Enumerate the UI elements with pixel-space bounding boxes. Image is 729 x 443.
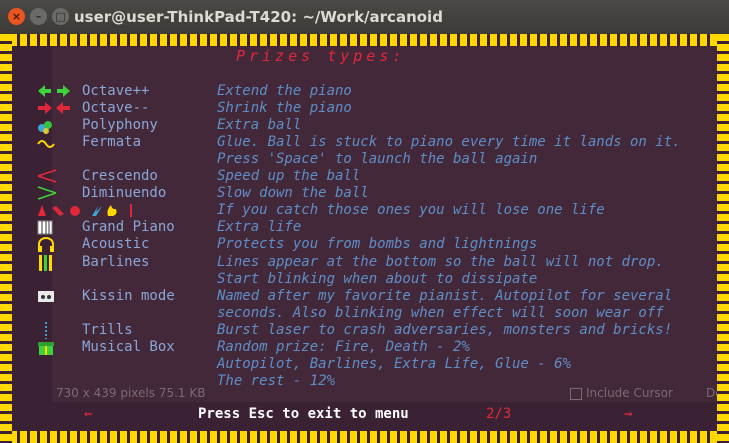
list-item: The rest - 12% (0, 373, 729, 390)
prize-description: Random prize: Fire, Death - 2% (217, 339, 470, 355)
prize-name: Grand Piano (82, 219, 175, 235)
headphones-icon (36, 236, 78, 253)
prize-name: Barlines (82, 254, 150, 270)
list-item: Start blinking when about to dissipate (0, 271, 729, 288)
prize-description: Burst laser to crash adversaries, monste… (217, 322, 673, 338)
status-bar: ⇜ Press Esc to exit to menu 2/3 ⇝ (0, 406, 729, 424)
prize-name: Trills (82, 322, 133, 338)
prize-name: Crescendo (82, 168, 158, 184)
prize-name: Acoustic (82, 236, 150, 252)
list-item: Kissin mode Named after my favorite piani… (0, 288, 729, 305)
crescendo-icon (36, 168, 78, 185)
close-button[interactable]: × (8, 8, 25, 25)
prize-name: Musical Box (82, 339, 175, 355)
list-item: Polyphony Extra ball (0, 117, 729, 134)
list-item: Octave-- Shrink the piano (0, 100, 729, 117)
prize-name: Octave++ (82, 83, 150, 99)
list-item: Press 'Space' to launch the ball again (0, 151, 729, 168)
diminuendo-icon (36, 185, 78, 202)
double-arrow-in-icon (36, 100, 78, 117)
prize-description: Slow down the ball (217, 185, 369, 201)
prize-name: Fermata (82, 134, 142, 150)
prize-description: The rest - 12% (217, 373, 336, 389)
list-item: Grand Piano Extra life (0, 219, 729, 236)
page-indicator: 2/3 (486, 406, 512, 422)
prize-description: Extra ball (217, 117, 302, 133)
list-item: Fermata Glue. Ball is stuck to piano ever… (0, 134, 729, 151)
prize-description: Glue. Ball is stuck to piano every time … (217, 134, 681, 150)
prize-name: Diminuendo (82, 185, 167, 201)
page-title: Prizes types: (236, 47, 406, 65)
minimize-button[interactable]: – (30, 8, 47, 25)
list-item: Octave++ Extend the piano (0, 83, 729, 100)
prize-description: Speed up the ball (217, 168, 361, 184)
prize-description: Start blinking when about to dissipate (217, 271, 538, 287)
notes-icon (36, 117, 78, 134)
prize-description: Named after my favorite pianist. Autopil… (217, 288, 673, 304)
prize-name: Polyphony (82, 117, 158, 133)
prize-description: Lines appear at the bottom so the ball w… (217, 254, 664, 270)
fermata-icon (36, 134, 78, 151)
tape-icon (36, 288, 78, 305)
list-item: Acoustic Protects you from bombs and ligh… (0, 236, 729, 253)
prize-name: Octave-- (82, 100, 150, 116)
prize-description: If you catch those ones you will lose on… (217, 202, 605, 218)
maximize-button[interactable]: □ (52, 8, 69, 25)
prize-description: Shrink the piano (217, 100, 352, 116)
list-item: Barlines Lines appear at the bottom so th… (0, 254, 729, 271)
prize-description: Extra life (217, 219, 302, 235)
gift-icon (36, 339, 78, 356)
double-arrow-out-icon (36, 83, 78, 100)
danger-icons (36, 202, 132, 219)
piano-icon (36, 219, 78, 236)
prize-description: seconds. Also blinking when effect will … (217, 305, 664, 321)
trill-icon (36, 322, 78, 339)
barlines-icon (36, 254, 78, 271)
list-item: seconds. Also blinking when effect will … (0, 305, 729, 322)
prize-name: Kissin mode (82, 288, 175, 304)
list-item: Musical Box Random prize: Fire, Death - 2… (0, 339, 729, 356)
list-item: Crescendo Speed up the ball (0, 168, 729, 185)
exit-hint: Press Esc to exit to menu (198, 406, 409, 422)
prize-description: Press 'Space' to launch the ball again (217, 151, 538, 167)
left-arrow-icon: ⇜ (84, 406, 93, 422)
right-arrow-icon: ⇝ (624, 406, 633, 422)
prize-description: Extend the piano (217, 83, 352, 99)
prize-description: Protects you from bombs and lightnings (217, 236, 538, 252)
list-item: If you catch those ones you will lose on… (0, 202, 729, 219)
prize-description: Autopilot, Barlines, Extra Life, Glue - … (217, 356, 572, 372)
list-item: Autopilot, Barlines, Extra Life, Glue - … (0, 356, 729, 373)
window-title: user@user-ThinkPad-T420: ~/Work/arcanoid (74, 8, 443, 26)
list-item: Trills Burst laser to crash adversaries, … (0, 322, 729, 339)
window-titlebar[interactable]: × – □ user@user-ThinkPad-T420: ~/Work/ar… (0, 0, 729, 34)
list-item: Diminuendo Slow down the ball (0, 185, 729, 202)
